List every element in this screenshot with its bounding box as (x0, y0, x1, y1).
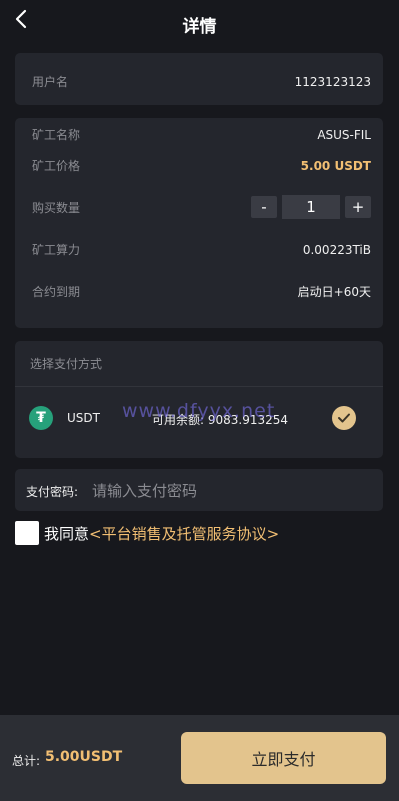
username-label: 用户名 (32, 75, 69, 89)
total-value: 5.00USDT (45, 749, 123, 765)
selected-checkmark[interactable] (332, 406, 356, 430)
password-card: 支付密码: (15, 469, 383, 511)
balance-value: 9083.913254 (207, 413, 289, 427)
miner-card: 矿工名称 ASUS-FIL 矿工价格 5.00 USDT 购买数量 - 1 + … (15, 118, 383, 328)
payment-method-title: 选择支付方式 (30, 357, 103, 371)
coin-name[interactable]: USDT (67, 411, 100, 425)
password-label: 支付密码: (26, 485, 79, 499)
contract-expiry-label: 合约到期 (32, 285, 81, 299)
agreement-text: 我同意 (44, 524, 90, 543)
password-input[interactable] (90, 477, 374, 505)
total-label: 总计: (12, 754, 41, 768)
miner-power-label: 矿工算力 (32, 243, 81, 257)
checkmark-icon (337, 409, 351, 428)
username-value: 1123123123 (294, 74, 371, 89)
miner-name-value: ASUS-FIL (317, 127, 371, 142)
user-card: 用户名 1123123123 (15, 53, 383, 105)
agreement-row: 我同意 <平台销售及托管服务协议> (15, 521, 279, 545)
footer-bar: 总计: 5.00USDT 立即支付 (0, 715, 399, 801)
pay-now-button[interactable]: 立即支付 (181, 732, 386, 784)
header: 详情 (0, 0, 399, 46)
tether-icon: ₮ (29, 406, 53, 430)
page-title: 详情 (182, 17, 217, 37)
increment-button[interactable]: + (345, 196, 371, 218)
available-balance: 可用余额: 9083.913254 (152, 411, 288, 428)
contract-expiry-value: 启动日+60天 (297, 285, 371, 299)
agreement-link[interactable]: <平台销售及托管服务协议> (89, 523, 279, 544)
balance-label: 可用余额: (152, 413, 205, 427)
payment-method-card: 选择支付方式 ₮ USDT 可用余额: 9083.913254 (15, 341, 383, 458)
agreement-checkbox[interactable] (15, 521, 39, 545)
quantity-label: 购买数量 (32, 200, 81, 215)
divider (15, 386, 383, 387)
decrement-button[interactable]: - (251, 196, 277, 218)
quantity-value[interactable]: 1 (282, 195, 340, 219)
miner-name-label: 矿工名称 (32, 128, 81, 142)
miner-price-label: 矿工价格 (32, 159, 81, 173)
quantity-stepper: - 1 + (251, 195, 371, 219)
miner-power-value: 0.00223TiB (302, 242, 371, 257)
miner-price-value: 5.00 USDT (300, 158, 371, 173)
